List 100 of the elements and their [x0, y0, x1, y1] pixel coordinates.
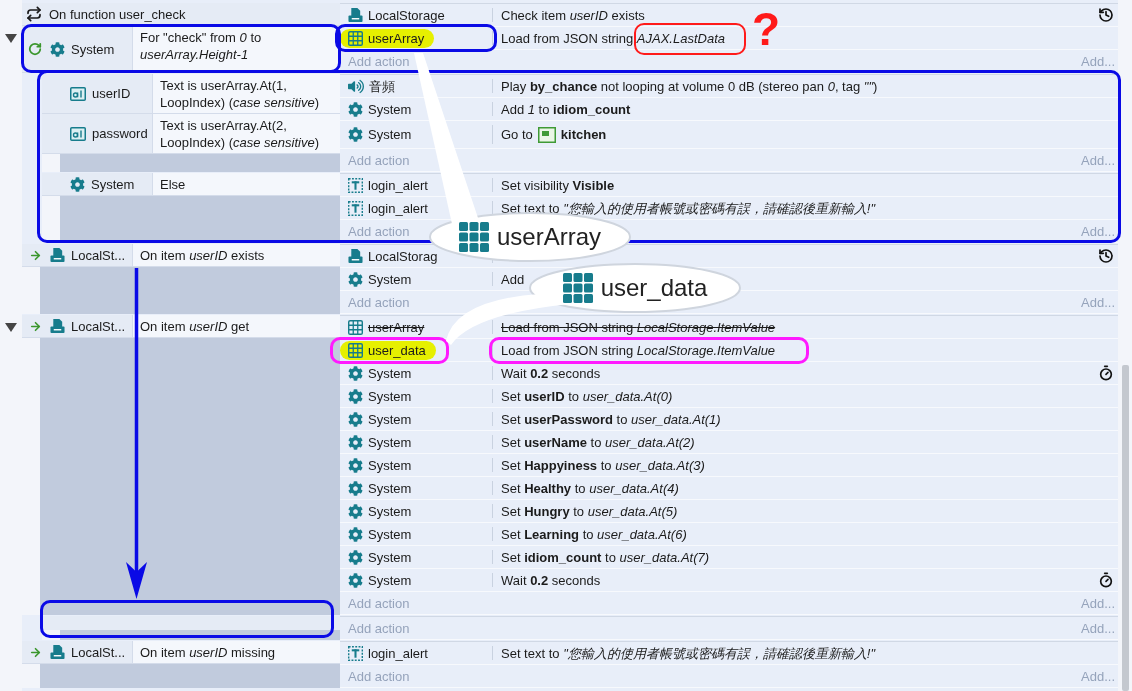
function-title: On function user_check — [49, 6, 186, 22]
action-object: LocalStorage — [368, 7, 445, 23]
action-object: login_alert — [368, 177, 428, 193]
grid-icon — [562, 273, 593, 303]
condition-object: password — [92, 126, 148, 141]
grid-icon — [459, 222, 489, 252]
layout-name: kitchen — [560, 127, 607, 142]
action-object: System — [368, 480, 412, 496]
action-text: Go to — [501, 127, 533, 142]
condition-object: LocalSt... — [71, 644, 126, 660]
action-text: Add — [501, 271, 525, 287]
action-object: System — [368, 127, 412, 142]
history-icon — [1098, 248, 1114, 264]
action-object: System — [368, 101, 412, 117]
add-action-button[interactable]: Add action — [348, 595, 410, 611]
layout-icon — [537, 126, 556, 143]
action-text: Play by_chance not looping at volume 0 dB (stereo pan 0, tag "") — [501, 78, 878, 94]
action-object: System — [368, 549, 412, 565]
action-object: System — [368, 572, 412, 588]
condition-object: LocalSt... — [71, 318, 126, 334]
gear-icon — [348, 503, 363, 519]
add-more-button[interactable]: Add... — [1081, 595, 1115, 611]
add-action-button[interactable]: Add action — [348, 53, 410, 69]
repeat-icon — [26, 6, 42, 22]
gear-icon — [50, 41, 65, 57]
printer-icon — [348, 248, 363, 264]
printer-icon — [50, 318, 65, 334]
scrollbar-thumb[interactable] — [1121, 365, 1129, 691]
arrow-right-icon — [28, 248, 42, 262]
gear-icon — [348, 457, 363, 473]
action-text: Wait 0.2 seconds — [501, 365, 601, 381]
action-object: System — [368, 365, 412, 381]
gear-icon — [348, 572, 363, 588]
action-text: Load from JSON string LocalStorage.ItemValue — [501, 342, 776, 358]
action-text: Set Learning to user_data.At(6) — [501, 526, 687, 542]
action-object: System — [368, 457, 412, 473]
add-more-button[interactable]: Add... — [1081, 294, 1115, 310]
condition-object: userID — [92, 86, 131, 101]
action-text: Wait 0.2 seconds — [501, 572, 601, 588]
action-text: Load from JSON string AJAX.LastData — [501, 30, 725, 46]
gear-icon — [348, 101, 363, 117]
action-text: Set userPassword to user_data.At(1) — [501, 411, 721, 427]
action-object: System — [368, 411, 412, 427]
grid-icon — [348, 319, 363, 335]
action-object: LocalStorag — [368, 248, 438, 264]
timer-icon — [1098, 572, 1114, 588]
arrow-right-icon — [28, 319, 42, 333]
gear-icon — [348, 388, 363, 404]
action-object: userArray — [368, 319, 425, 335]
speaker-icon — [348, 78, 364, 94]
action-text: Set Healthy to user_data.At(4) — [501, 480, 679, 496]
grid-icon — [348, 30, 363, 46]
add-more-button[interactable]: Add... — [1081, 668, 1115, 684]
action-text: Set userName to user_data.At(2) — [501, 434, 695, 450]
action-text: Set idiom_count to user_data.At(7) — [501, 549, 710, 565]
action-text: Set text to "您輸入的使用者帳號或密碼有誤，請確認後重新輸入!" — [501, 645, 875, 661]
action-text: Set Happyiness to user_data.At(3) — [501, 457, 705, 473]
collapse-toggle[interactable] — [5, 34, 17, 43]
action-text: Set visibility Visible — [501, 177, 615, 193]
callout-label: user_data — [600, 274, 708, 302]
gear-icon — [348, 434, 363, 450]
add-action-button[interactable]: Add action — [348, 223, 410, 239]
text-object-icon — [348, 645, 363, 661]
printer-icon — [50, 247, 65, 263]
action-object: login_alert — [368, 200, 428, 216]
action-text: Load from JSON string LocalStorage.ItemValue — [501, 319, 776, 335]
printer-icon — [50, 644, 65, 660]
add-more-button[interactable]: Add... — [1081, 620, 1115, 636]
text-object-icon — [348, 200, 363, 216]
callout-label: userArray — [497, 223, 601, 251]
grid-icon — [348, 342, 363, 358]
action-object: System — [368, 503, 412, 519]
action-object: System — [368, 434, 412, 450]
gear-icon — [348, 127, 363, 142]
text-field-icon — [70, 126, 86, 141]
collapse-toggle[interactable] — [5, 323, 17, 332]
printer-icon — [348, 7, 363, 23]
loop-icon — [28, 42, 42, 56]
history-icon — [1098, 7, 1114, 23]
timer-icon — [1098, 365, 1114, 381]
condition-object: System — [91, 176, 135, 192]
add-action-button[interactable]: Add action — [348, 620, 410, 636]
add-more-button[interactable]: Add... — [1081, 152, 1115, 168]
add-more-button[interactable]: Add... — [1081, 53, 1115, 69]
action-object: 音頻 — [369, 78, 395, 94]
gear-icon — [348, 411, 363, 427]
gear-icon — [348, 271, 363, 287]
condition-object: LocalSt... — [71, 247, 126, 263]
gear-icon — [348, 549, 363, 565]
action-object: System — [368, 271, 412, 287]
gear-icon — [348, 526, 363, 542]
add-action-button[interactable]: Add action — [348, 668, 410, 684]
add-action-button[interactable]: Add action — [348, 294, 410, 310]
action-object: userArray — [368, 30, 425, 46]
action-text: Set userID to user_data.At(0) — [501, 388, 673, 404]
add-action-button[interactable]: Add action — [348, 152, 410, 168]
action-text: Add 1 to idiom_count — [501, 101, 631, 117]
action-text: Set text to "您輸入的使用者帳號或密碼有誤，請確認後重新輸入!" — [501, 200, 875, 216]
gear-icon — [70, 176, 85, 192]
add-more-button[interactable]: Add... — [1081, 223, 1115, 239]
